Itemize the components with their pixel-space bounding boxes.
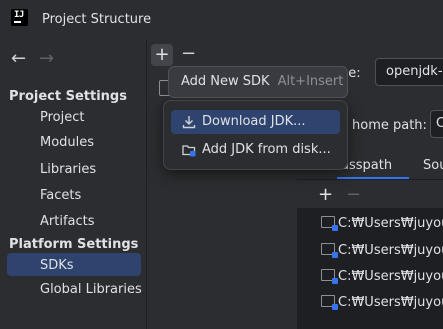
sidebar-item-libraries[interactable]: Libraries (40, 162, 96, 177)
sidebar-item-global-libraries[interactable]: Global Libraries (40, 282, 142, 297)
sdk-name-field[interactable]: openjdk-2 (375, 58, 443, 86)
add-classpath-button[interactable]: + (318, 184, 333, 205)
sidebar-selection-highlight (7, 253, 141, 276)
folder-jdk-icon (182, 145, 196, 157)
add-sdk-popup-menu: Download JDK... Add JDK from disk... (163, 100, 348, 170)
arrow-left-icon[interactable]: ← (11, 50, 26, 68)
tooltip-shortcut: Alt+Insert (277, 74, 344, 89)
section-project-settings: Project Settings (9, 89, 127, 104)
list-item[interactable]: C:₩Users₩juyou₩ (321, 243, 443, 259)
arrow-right-icon[interactable]: → (39, 50, 54, 68)
tab-strip-divider (297, 179, 443, 180)
list-item[interactable]: C:₩Users₩juyou₩ (321, 216, 443, 232)
menu-item-label: Add JDK from disk... (202, 142, 331, 157)
classpath-path: C:₩Users₩juyou₩ (338, 295, 443, 310)
add-sdk-button[interactable]: + (151, 44, 173, 66)
jar-folder-icon (321, 216, 338, 231)
home-path-field[interactable]: C (430, 110, 443, 138)
window-title: Project Structure (42, 12, 152, 27)
menu-item-add-jdk-from-disk[interactable]: Add JDK from disk... (171, 138, 340, 162)
logo-text: IJ (14, 10, 24, 20)
tab-sourcepath[interactable]: Sou (423, 158, 443, 173)
sidebar-item-sdks[interactable]: SDKs (40, 258, 74, 273)
jar-folder-icon (321, 295, 338, 310)
classpath-list: C:₩Users₩juyou₩ C:₩Users₩juyou₩ C:₩Users… (297, 208, 443, 329)
classpath-path: C:₩Users₩juyou₩ (338, 216, 443, 231)
classpath-path: C:₩Users₩juyou₩ (338, 243, 443, 258)
download-icon (182, 116, 196, 129)
sidebar-item-facets[interactable]: Facets (40, 188, 81, 203)
title-bar: IJ Project Structure (0, 0, 443, 40)
menu-item-download-jdk[interactable]: Download JDK... (171, 110, 340, 134)
home-path-label: home path: (352, 118, 427, 133)
jar-folder-icon (321, 243, 338, 258)
list-item[interactable]: C:₩Users₩juyou₩ (321, 295, 443, 311)
remove-classpath-button[interactable]: − (346, 184, 361, 205)
tab-classpath[interactable]: asspath (341, 158, 392, 173)
list-item[interactable]: C:₩Users₩juyou₩ (321, 269, 443, 285)
classpath-path: C:₩Users₩juyou₩ (338, 269, 443, 284)
sidebar-item-modules[interactable]: Modules (40, 135, 94, 150)
project-structure-window: IJ Project Structure ← → Project Setting… (0, 0, 443, 329)
intellij-logo-icon: IJ (11, 9, 28, 26)
remove-sdk-button[interactable]: − (181, 43, 196, 64)
jar-folder-icon (321, 269, 338, 284)
sidebar-item-artifacts[interactable]: Artifacts (40, 214, 95, 229)
section-platform-settings: Platform Settings (9, 237, 139, 252)
add-new-sdk-tooltip: Add New SDK Alt+Insert (168, 66, 348, 98)
sidebar-item-project[interactable]: Project (40, 110, 84, 125)
settings-sidebar: ← → Project Settings Project Modules Lib… (0, 40, 146, 329)
menu-item-label: Download JDK... (202, 114, 306, 129)
tooltip-label: Add New SDK (181, 74, 270, 89)
